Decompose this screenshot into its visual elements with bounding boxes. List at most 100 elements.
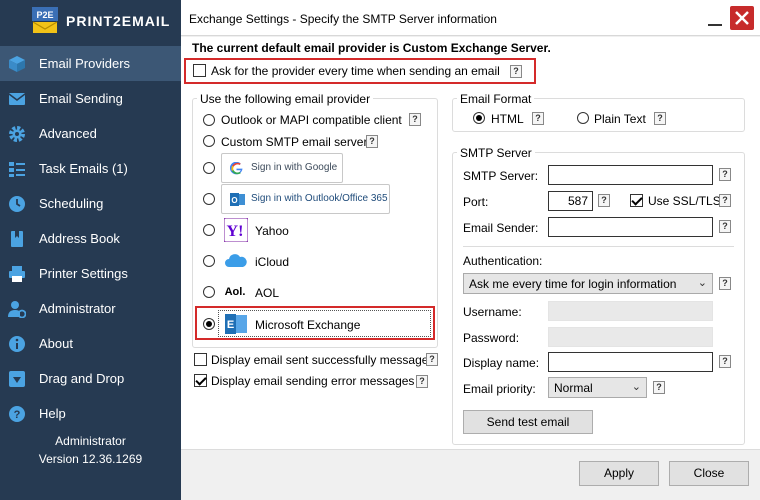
smtp-server-help-icon[interactable]: ?: [719, 168, 731, 181]
display-success-checkbox[interactable]: [194, 353, 207, 366]
aol-label: AOL: [255, 286, 280, 300]
plain-text-label: Plain Text: [594, 112, 646, 126]
sidebar-item-scheduling[interactable]: Scheduling: [0, 186, 181, 221]
custom-smtp-help-icon[interactable]: ?: [366, 135, 378, 148]
email-priority-help-icon[interactable]: ?: [653, 381, 665, 394]
user-gear-icon: [8, 301, 26, 318]
chevron-down-icon: ⌄: [631, 381, 641, 393]
send-test-email-button[interactable]: Send test email: [463, 410, 593, 434]
html-format-help-icon[interactable]: ?: [532, 112, 544, 125]
yahoo-radio[interactable]: [203, 224, 215, 236]
sidebar-item-help[interactable]: ? Help: [0, 396, 181, 431]
email-priority-select[interactable]: Normal ⌄: [548, 377, 647, 398]
exchange-radio[interactable]: [203, 318, 215, 330]
brand: P2E PRINT2EMAIL: [0, 0, 181, 40]
info-icon: [9, 336, 25, 352]
aol-logo-icon: Aol.: [224, 286, 246, 298]
apply-button[interactable]: Apply: [579, 461, 659, 486]
bottom-bar: Apply Close: [181, 449, 760, 500]
sidebar-item-label: About: [39, 336, 73, 351]
outlook-mapi-help-icon[interactable]: ?: [409, 113, 421, 126]
outlook365-radio[interactable]: [203, 193, 215, 205]
sidebar-item-label: Email Sending: [39, 91, 123, 106]
sidebar-item-administrator[interactable]: Administrator: [0, 291, 181, 326]
password-input[interactable]: [548, 327, 713, 347]
svg-text:Y!: Y!: [227, 223, 244, 240]
custom-smtp-radio[interactable]: [203, 135, 215, 147]
sidebar-item-task-emails[interactable]: Task Emails (1): [0, 151, 181, 186]
port-input[interactable]: 587: [548, 191, 593, 211]
email-sender-input[interactable]: [548, 217, 713, 237]
email-priority-value: Normal: [554, 381, 593, 395]
minimize-button[interactable]: [704, 7, 726, 29]
plain-text-radio[interactable]: [577, 112, 589, 124]
display-success-label: Display email sent successfully message: [211, 353, 429, 367]
sidebar-item-about[interactable]: About: [0, 326, 181, 361]
username-input[interactable]: [548, 301, 713, 321]
sign-in-outlook365-button[interactable]: O Sign in with Outlook/Office 365: [221, 184, 390, 214]
aol-radio[interactable]: [203, 286, 215, 298]
outlook-mapi-radio[interactable]: [203, 114, 215, 126]
icloud-logo-icon: [225, 254, 247, 267]
use-ssl-label: Use SSL/TLS: [648, 194, 721, 208]
question-icon: ?: [9, 406, 25, 422]
use-ssl-help-icon[interactable]: ?: [719, 194, 731, 207]
ask-provider-help-icon[interactable]: ?: [510, 65, 522, 78]
sidebar-item-label: Scheduling: [39, 196, 104, 211]
sidebar-item-advanced[interactable]: Advanced: [0, 116, 181, 151]
yahoo-label: Yahoo: [255, 224, 289, 238]
password-label: Password:: [463, 331, 520, 345]
icloud-radio[interactable]: [203, 255, 215, 267]
custom-smtp-label: Custom SMTP email server: [221, 135, 368, 149]
sidebar-item-label: Email Providers: [39, 56, 131, 71]
sidebar-item-label: Task Emails (1): [39, 161, 128, 176]
chevron-down-icon: ⌄: [697, 277, 707, 289]
sidebar-item-label: Help: [39, 406, 66, 421]
ask-provider-checkbox[interactable]: [193, 64, 206, 77]
sidebar-footer: Administrator Version 12.36.1269: [0, 432, 181, 468]
sidebar-item-label: Printer Settings: [39, 266, 128, 281]
display-success-help-icon[interactable]: ?: [426, 353, 438, 366]
yahoo-logo-icon: Y!: [224, 218, 248, 242]
display-error-help-icon[interactable]: ?: [416, 375, 428, 388]
sidebar-item-email-providers[interactable]: Email Providers: [0, 46, 181, 81]
sidebar-item-address-book[interactable]: Address Book: [0, 221, 181, 256]
port-help-icon[interactable]: ?: [598, 194, 610, 207]
smtp-server-input[interactable]: [548, 165, 713, 185]
authentication-select[interactable]: Ask me every time for login information …: [463, 273, 713, 294]
sidebar-item-label: Address Book: [39, 231, 120, 246]
google-radio[interactable]: [203, 162, 215, 174]
sidebar-item-email-sending[interactable]: Email Sending: [0, 81, 181, 116]
provider-group-title: Use the following email provider: [197, 92, 374, 106]
sidebar-item-label: Advanced: [39, 126, 97, 141]
sign-in-google-button[interactable]: Sign in with Google: [221, 153, 343, 183]
smtp-divider: [463, 246, 734, 247]
close-button[interactable]: Close: [669, 461, 749, 486]
exchange-label: Microsoft Exchange: [255, 318, 361, 332]
email-sender-help-icon[interactable]: ?: [719, 220, 731, 233]
sidebar-item-printer-settings[interactable]: Printer Settings: [0, 256, 181, 291]
svg-text:P2E: P2E: [36, 10, 53, 20]
sidebar-item-drag-and-drop[interactable]: Drag and Drop: [0, 361, 181, 396]
close-window-button[interactable]: [730, 6, 754, 30]
authentication-help-icon[interactable]: ?: [719, 277, 731, 290]
display-name-label: Display name:: [463, 356, 540, 370]
display-name-help-icon[interactable]: ?: [719, 355, 731, 368]
outlook-mapi-label: Outlook or MAPI compatible client: [221, 113, 402, 127]
html-format-radio[interactable]: [473, 112, 485, 124]
plain-text-help-icon[interactable]: ?: [654, 112, 666, 125]
close-icon: [735, 11, 749, 25]
default-provider-text: The current default email provider is Cu…: [192, 41, 551, 55]
download-icon: [9, 371, 25, 387]
clock-icon: [9, 196, 25, 212]
username-label: Username:: [463, 305, 522, 319]
settings-panel: The current default email provider is Cu…: [181, 37, 760, 500]
display-error-checkbox[interactable]: [194, 374, 207, 387]
sidebar: P2E PRINT2EMAIL Email Providers Email Se…: [0, 0, 181, 500]
display-name-input[interactable]: [548, 352, 713, 372]
minimize-icon: [708, 24, 722, 26]
display-error-label: Display email sending error messages: [211, 374, 415, 388]
use-ssl-checkbox[interactable]: [630, 194, 643, 207]
outlook365-button-label: Sign in with Outlook/Office 365: [251, 193, 388, 204]
current-user: Administrator: [55, 434, 126, 448]
